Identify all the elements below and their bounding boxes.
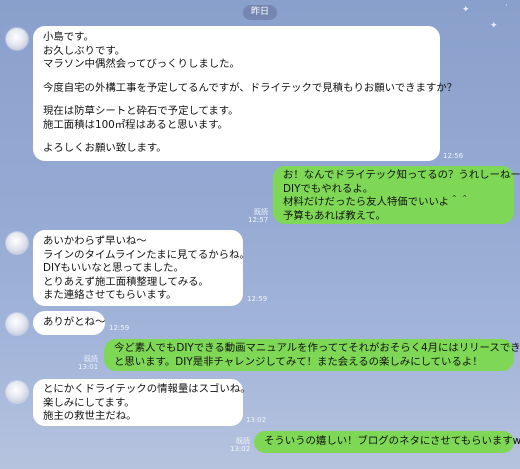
message-line: マラソン中偶然会ってびっくりしました。 <box>43 58 240 70</box>
message-line: DIYでもやれるよ。 <box>283 182 374 195</box>
message-line: 今ど素人でもDIYできる動画マニュアルを作っててそれがおそらく4月にはリリースで… <box>114 342 520 354</box>
message-time: 13:01 <box>78 363 99 371</box>
message-line: 小島です。 <box>43 31 94 43</box>
avatar[interactable] <box>6 313 28 335</box>
avatar[interactable] <box>6 232 28 254</box>
message-line: 今度自宅の外構工事を予定してるんですが、ドライテックで見積もりお願いできますか？ <box>43 81 458 94</box>
message-line: 施工面積は100㎡程はあると思います。 <box>43 118 229 131</box>
date-divider: 昨日 <box>243 5 277 20</box>
message-line: また連絡させてもらいます。 <box>43 289 177 301</box>
message-time: 12:57 <box>248 216 269 224</box>
read-receipt: 既読 <box>236 437 250 445</box>
sparkle-decoration: ✦ <box>490 21 498 31</box>
message-time: 13:02 <box>246 416 267 424</box>
message-line: お！なんでドライテック知ってるの？うれしーねー <box>283 169 520 181</box>
message-line: 材料だけだったら友人特価でいいよ＾＾ <box>283 196 470 208</box>
message-line: あいかわらず早いね～ <box>43 235 147 247</box>
message-time: 13:02 <box>230 445 251 453</box>
message-bubble: そういうの嬉しい！ブログのネタにさせてもらいますw <box>254 431 520 453</box>
message-line: 楽しみにしてます。 <box>43 396 135 409</box>
sparkle-decoration: · <box>505 1 508 11</box>
message-line: お久しぶりです。 <box>43 44 126 57</box>
message-bubble: 今ど素人でもDIYできる動画マニュアルを作っててそれがおそらく4月にはリリースで… <box>104 339 520 371</box>
message-bubble: 小島です。 お久しぶりです。 マラソン中偶然会ってびっくりしました。 今度自宅の… <box>33 26 458 161</box>
sparkle-decoration: ✦ <box>462 5 470 15</box>
message-line: DIYもいいなと思ってました。 <box>43 262 184 274</box>
message-bubble: ありがとね～ <box>33 311 105 335</box>
message-time: 12:56 <box>443 152 464 160</box>
read-receipt: 既読 <box>84 355 98 363</box>
message-line: 現在は防草シートと砕石で予定してます。 <box>43 105 239 117</box>
message-line: とりあえず施工面積整理してみる。 <box>43 275 209 288</box>
message-line: よろしくお願い致します。 <box>43 142 167 154</box>
message-line: 施主の救世主だね。 <box>43 410 137 422</box>
message-line: 予算もあれば教えて。 <box>283 209 387 222</box>
read-receipt: 既読 <box>254 208 268 216</box>
message-line: とにかくドライテックの情報量はスゴいね。 <box>43 383 251 395</box>
message-bubble: あいかわらず早いね～ ラインのタイムラインたまに見てるからね。 DIYもいいなと… <box>33 230 250 306</box>
message-bubble: とにかくドライテックの情報量はスゴいね。 楽しみにしてます。 施主の救世主だね。 <box>33 379 251 426</box>
message-time: 12:59 <box>247 295 268 303</box>
message-line: と思います。DIY是非チャレンジしてみて！また会えるの楽しみにしているよ！ <box>114 355 483 368</box>
avatar[interactable] <box>6 381 28 403</box>
message-line: ラインのタイムラインたまに見てるからね。 <box>43 248 250 261</box>
avatar[interactable] <box>6 28 28 50</box>
message-line: そういうの嬉しい！ブログのネタにさせてもらいますw <box>264 435 520 447</box>
message-line: ありがとね～ <box>43 316 106 328</box>
message-time: 12:59 <box>109 324 130 332</box>
message-bubble: お！なんでドライテック知ってるの？うれしーねー DIYでもやれるよ。 材料だけだ… <box>273 166 520 224</box>
